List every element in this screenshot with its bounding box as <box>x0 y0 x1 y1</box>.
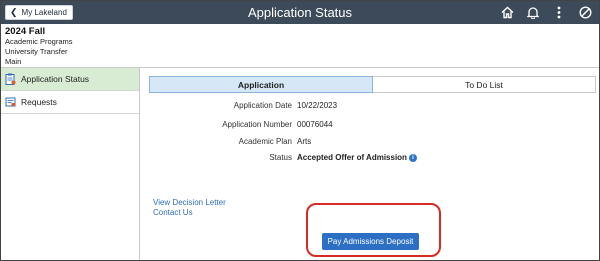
application-number-row: Application Number 00076044 <box>0 120 600 130</box>
view-decision-letter-link[interactable]: View Decision Letter <box>153 198 226 208</box>
tab-bar: Application To Do List <box>149 76 596 93</box>
links-group: View Decision Letter Contact Us <box>153 198 226 218</box>
clipboard-icon <box>5 73 16 85</box>
application-number-value: 00076044 <box>297 120 333 129</box>
application-date-label: Application Date <box>233 101 292 110</box>
bell-icon[interactable] <box>525 4 541 20</box>
app-header: ❮ My Lakeland Application Status <box>1 1 599 24</box>
tab-application[interactable]: Application <box>149 76 373 93</box>
term-info: 2024 Fall Academic Programs University T… <box>5 27 73 67</box>
application-date-value: 10/22/2023 <box>297 101 338 110</box>
status-value: Accepted Offer of Admission <box>297 153 407 162</box>
home-icon[interactable] <box>499 4 515 20</box>
contact-us-link[interactable]: Contact Us <box>153 208 226 218</box>
more-vertical-icon[interactable] <box>551 4 567 20</box>
application-date-row: Application Date 10/22/2023 <box>0 101 600 111</box>
sidebar-item-application-status[interactable]: Application Status <box>1 68 139 91</box>
application-number-label: Application Number <box>222 120 292 129</box>
pay-admissions-deposit-button[interactable]: Pay Admissions Deposit <box>322 233 419 250</box>
sidebar: Application Status Requests <box>1 68 140 260</box>
tab-to-do-list[interactable]: To Do List <box>373 76 596 93</box>
academic-plan-value: Arts <box>297 137 312 146</box>
header-actions <box>499 4 593 20</box>
info-icon[interactable]: i <box>408 153 417 162</box>
term-program: University Transfer <box>5 47 68 56</box>
status-row: Status Accepted Offer of Admission i <box>0 153 600 163</box>
prohibited-icon[interactable] <box>577 4 593 20</box>
term-title: 2024 Fall <box>5 26 46 37</box>
term-career: Academic Programs <box>5 37 73 46</box>
status-value-wrap: Accepted Offer of Admission i <box>297 153 417 162</box>
academic-plan-row: Academic Plan Arts <box>0 137 600 147</box>
sidebar-item-label: Application Status <box>21 74 90 84</box>
term-campus: Main <box>5 57 22 66</box>
academic-plan-label: Academic Plan <box>238 137 292 146</box>
status-label: Status <box>269 153 292 162</box>
